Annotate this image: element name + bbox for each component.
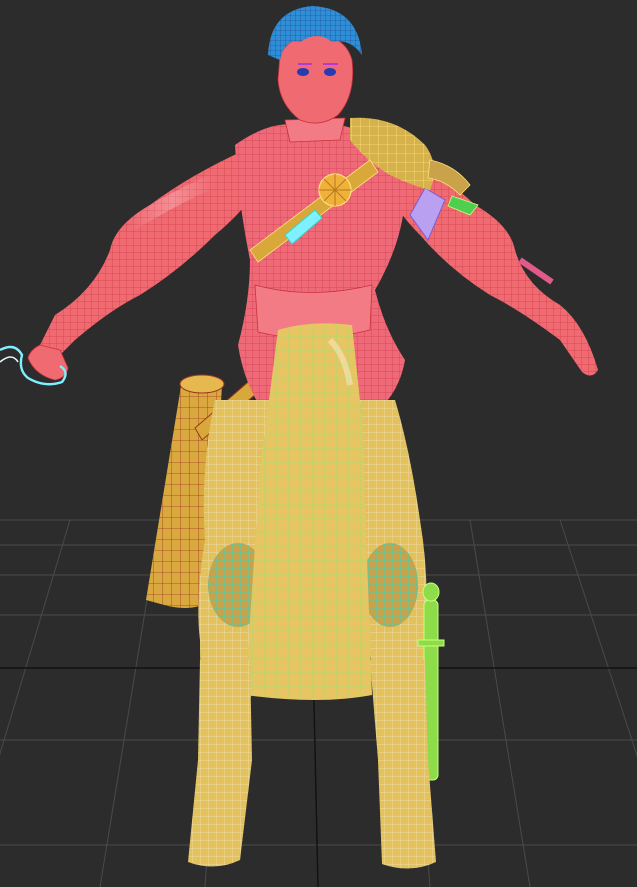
right-eye <box>324 68 336 76</box>
medallion[interactable] <box>318 173 352 207</box>
right-arm[interactable] <box>385 160 598 376</box>
left-eye <box>297 68 309 76</box>
3d-viewport[interactable] <box>0 0 637 887</box>
right-knee-pad[interactable] <box>362 543 418 627</box>
viewport-canvas[interactable] <box>0 0 637 887</box>
left-arm[interactable] <box>40 150 260 357</box>
head[interactable] <box>277 34 354 124</box>
left-boot[interactable] <box>188 660 252 867</box>
left-hand[interactable] <box>0 344 69 386</box>
